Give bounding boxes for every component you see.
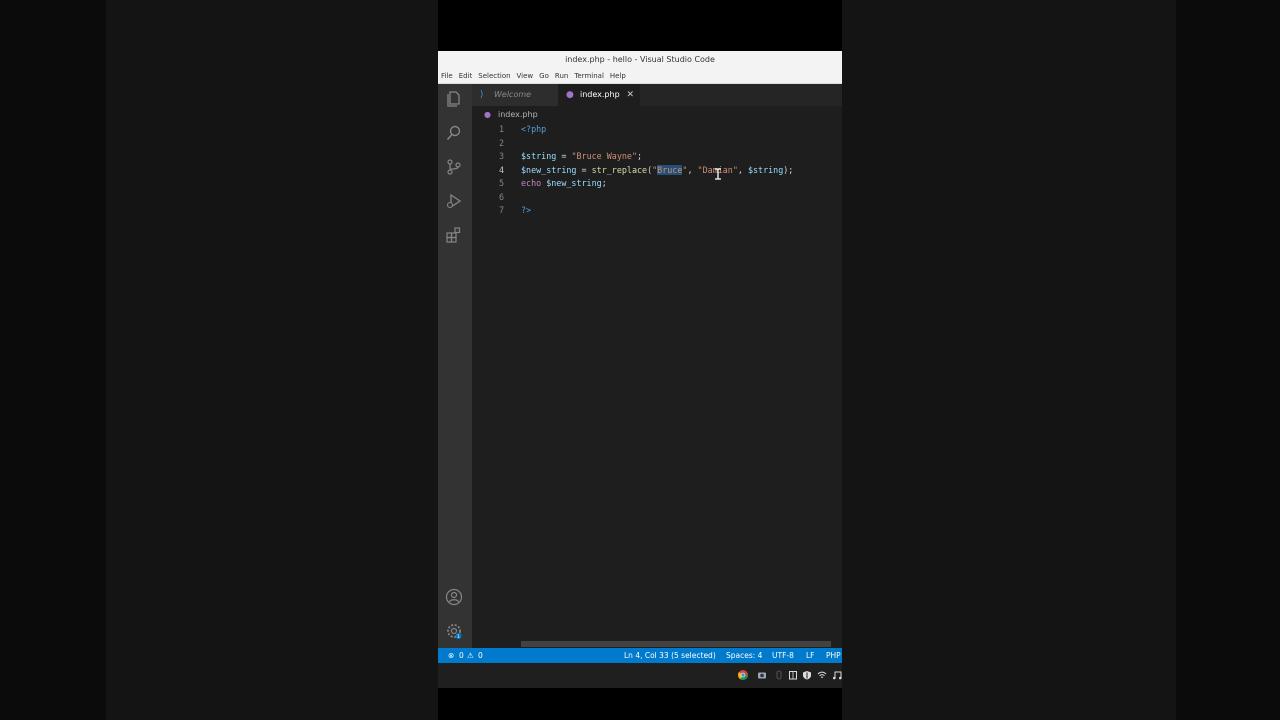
language-mode[interactable]: PHP — [826, 648, 841, 663]
code-editor[interactable]: 1 <?php 2 3 $string = "Bruce Wayne"; 4 $… — [472, 123, 842, 643]
menu-help[interactable]: Help — [607, 69, 629, 83]
code-token: $new_string — [521, 164, 577, 175]
php-close-tag: ?> — [521, 205, 532, 215]
close-tab-icon[interactable]: ✕ — [626, 84, 634, 106]
code-line: 2 — [472, 137, 842, 151]
letterbox-panel-left — [106, 0, 438, 720]
breadcrumb-file[interactable]: index.php — [498, 108, 538, 122]
editor-tabs: ⟩ Welcome ● index.php ✕ — [472, 84, 842, 106]
code-line: 6 — [472, 191, 842, 205]
line-number: 3 — [498, 151, 504, 161]
code-token: echo — [521, 178, 542, 188]
activity-bar: 1 — [438, 84, 472, 648]
run-debug-icon[interactable] — [445, 192, 463, 210]
tab-welcome[interactable]: ⟩ Welcome — [472, 84, 558, 106]
status-bar: ⊗ 0 ⚠ 0 Ln 4, Col 33 (5 selected) Spaces… — [438, 648, 842, 663]
code-token: ; — [637, 151, 643, 161]
letterbox-panel-right — [842, 0, 1176, 720]
source-control-icon[interactable] — [445, 158, 463, 176]
encoding[interactable]: UTF-8 — [772, 648, 794, 663]
code-token: str_replace — [591, 164, 648, 175]
php-file-icon: ● — [566, 90, 574, 100]
code-line-active: 4 $new_string = str_replace("Bruce", "Da… — [472, 164, 842, 178]
code-line: 1 <?php — [472, 123, 842, 137]
menu-run[interactable]: Run — [552, 69, 571, 83]
line-number: 1 — [498, 124, 504, 134]
code-line: 7 ?> — [472, 204, 842, 218]
tab-index-php[interactable]: ● index.php ✕ — [558, 84, 640, 106]
menu-edit[interactable]: Edit — [456, 69, 476, 83]
indentation[interactable]: Spaces: 4 — [726, 648, 762, 663]
code-token: ; — [601, 178, 607, 188]
code-token: "Bruce Wayne" — [571, 151, 637, 161]
code-line: 5 echo $new_string; — [472, 177, 842, 191]
menu-view[interactable]: View — [514, 69, 537, 83]
code-token: ); — [783, 164, 794, 175]
search-icon[interactable] — [445, 124, 463, 142]
text-cursor-icon — [715, 168, 721, 180]
code-token: = — [576, 164, 592, 175]
tab-welcome-label: Welcome — [494, 90, 532, 99]
camera-icon[interactable] — [757, 670, 767, 680]
vscode-logo-icon: ⟩ — [480, 90, 484, 100]
line-number: 6 — [498, 191, 504, 202]
line-number: 7 — [498, 205, 504, 215]
chrome-icon[interactable] — [738, 670, 748, 680]
vscode-window: index.php - hello - Visual Studio Code F… — [438, 51, 842, 688]
php-file-icon: ● — [484, 110, 491, 119]
video-letterbox-right — [842, 0, 1280, 720]
video-letterbox-left — [0, 0, 438, 720]
error-count[interactable]: 0 — [459, 648, 464, 663]
code-token: $new_string — [541, 178, 602, 188]
explorer-icon[interactable] — [445, 90, 463, 108]
extensions-icon[interactable] — [445, 226, 463, 244]
menu-bar: File Edit Selection View Go Run Terminal… — [438, 69, 842, 84]
menu-file[interactable]: File — [438, 69, 456, 83]
menu-terminal[interactable]: Terminal — [571, 69, 607, 83]
clipboard-icon[interactable] — [788, 670, 798, 680]
window-title: index.php - hello - Visual Studio Code — [438, 51, 842, 69]
end-of-line[interactable]: LF — [806, 648, 815, 663]
manage-gear-icon[interactable]: 1 — [445, 622, 463, 640]
code-token: , — [737, 164, 748, 175]
menu-selection[interactable]: Selection — [475, 69, 513, 83]
toggle-icon[interactable] — [774, 670, 784, 680]
tab-index-label: index.php — [580, 90, 620, 99]
code-token: = — [556, 151, 572, 161]
php-open-tag: <?php — [521, 124, 547, 134]
line-number: 4 — [498, 164, 504, 175]
selected-text: Bruce — [657, 164, 683, 175]
accounts-badge: 1 — [457, 634, 460, 640]
shield-icon[interactable] — [802, 670, 812, 680]
menu-go[interactable]: Go — [536, 69, 552, 83]
breadcrumb: ● index.php — [472, 108, 842, 122]
cursor-position[interactable]: Ln 4, Col 33 (5 selected) — [624, 648, 716, 663]
warning-count[interactable]: 0 — [478, 648, 483, 663]
code-token: $string — [747, 164, 784, 175]
accounts-icon[interactable] — [445, 588, 463, 606]
line-number: 5 — [498, 178, 504, 188]
horizontal-scrollbar[interactable] — [521, 641, 831, 647]
error-icon[interactable]: ⊗ — [448, 648, 454, 663]
code-line: 3 $string = "Bruce Wayne"; — [472, 150, 842, 164]
warning-icon[interactable]: ⚠ — [467, 648, 474, 663]
line-number: 2 — [498, 137, 504, 148]
wifi-icon[interactable] — [817, 670, 827, 680]
music-icon[interactable] — [832, 670, 842, 680]
code-token: $string — [521, 151, 557, 161]
code-token: , — [687, 164, 698, 175]
system-taskbar — [438, 663, 842, 688]
